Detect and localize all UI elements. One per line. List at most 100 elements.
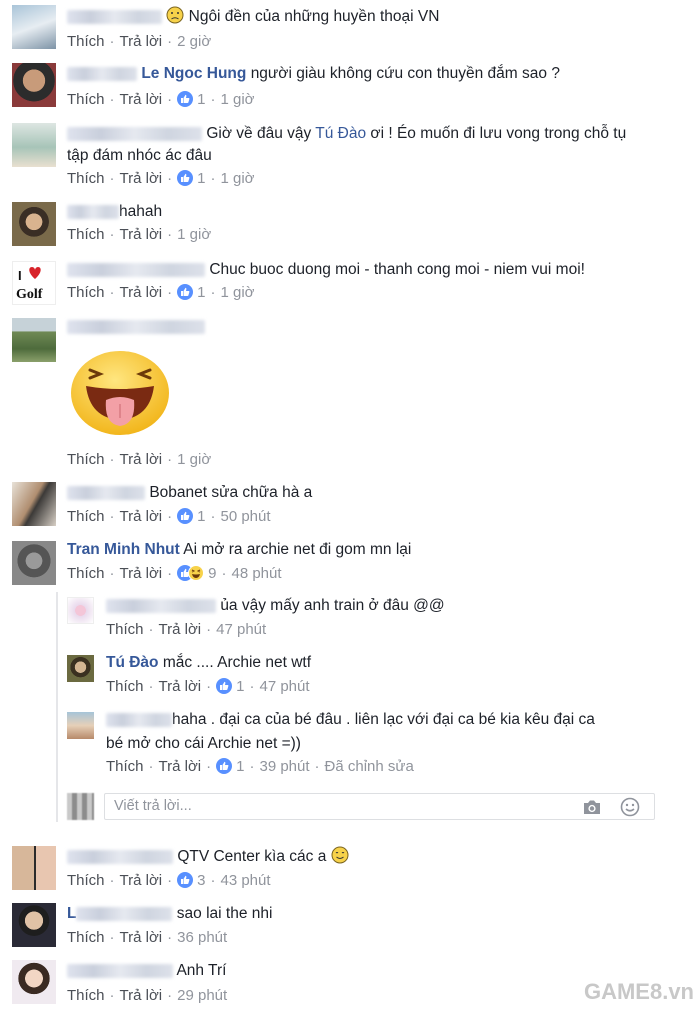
reply-text-line2: bé mở cho cái Archie net =)) [106,735,301,752]
reply-link[interactable]: Trả lời [159,758,202,775]
avatar[interactable] [12,482,56,526]
like-link[interactable]: Thích [106,678,144,695]
like-link[interactable]: Thích [67,284,105,301]
comment: Ngôi đền của những huyền thoại VN Thích ·… [0,0,700,57]
timestamp[interactable]: 1 giờ [177,451,211,468]
like-link[interactable]: Thích [67,565,105,582]
comment: Bobanet sửa chữa hà a Thích · Trả lời · 1 · 50… [0,480,700,537]
reply-link[interactable]: Trả lời [120,170,163,187]
reply-link[interactable]: Trả lời [120,508,163,525]
timestamp[interactable]: 48 phút [231,565,281,582]
reply-link[interactable]: Trả lời [120,451,163,468]
like-count[interactable]: 1 [197,284,205,301]
tongue-out-sticker[interactable] [70,348,170,436]
like-count[interactable]: 3 [197,872,205,889]
reply-link[interactable]: Trả lời [159,621,202,638]
avatar[interactable] [12,846,56,890]
avatar[interactable] [12,202,56,246]
timestamp[interactable]: 1 giờ [177,226,211,243]
comment-body: Anh Trí [67,960,226,982]
timestamp[interactable]: 36 phút [177,929,227,946]
like-reaction-icon[interactable] [177,170,194,186]
like-count[interactable]: 1 [236,678,244,695]
like-link[interactable]: Thích [106,758,144,775]
like-link[interactable]: Thích [67,226,105,243]
reply-link[interactable]: Trả lời [120,226,163,243]
like-link[interactable]: Thích [67,33,105,50]
avatar[interactable] [12,541,56,585]
comment-body: QTV Center kìa các a [67,846,349,871]
author-name-partial[interactable]: L [67,905,76,922]
author-name[interactable]: Tú Đào [106,654,159,671]
reply-link[interactable]: Trả lời [120,91,163,108]
avatar[interactable] [67,712,94,739]
like-link[interactable]: Thích [67,508,105,525]
comment-body: Chuc buoc duong moi - thanh cong moi - n… [67,259,585,281]
avatar[interactable]: I Golf [12,261,56,305]
avatar[interactable] [12,63,56,107]
timestamp[interactable]: 29 phút [177,987,227,1004]
reaction-count[interactable]: 9 [208,565,216,582]
timestamp[interactable]: 1 giờ [220,284,254,301]
like-reaction-icon[interactable] [177,91,194,107]
like-reaction-icon[interactable] [177,284,194,300]
like-reaction-icon[interactable] [216,678,233,694]
comment-text: Chuc buoc duong moi - thanh cong moi - n… [209,261,585,278]
comment-body: Giờ về đâu vậy Tú Đào ơi ! Éo muốn đi lư… [67,123,626,145]
timestamp[interactable]: 1 giờ [220,170,254,187]
reply-link[interactable]: Trả lời [120,284,163,301]
avatar[interactable] [12,5,56,49]
reply-link[interactable]: Trả lời [120,929,163,946]
avatar[interactable] [12,903,56,947]
comment-body [67,316,205,338]
like-count[interactable]: 1 [197,170,205,187]
like-link[interactable]: Thích [67,170,105,187]
author-name[interactable]: Tran Minh Nhut [67,541,180,558]
emoji-icon[interactable] [620,797,640,821]
timestamp[interactable]: 50 phút [220,508,270,525]
like-link[interactable]: Thích [67,91,105,108]
like-reaction-icon[interactable] [177,508,194,524]
reply-link[interactable]: Trả lời [120,33,163,50]
timestamp[interactable]: 47 phút [216,621,266,638]
avatar[interactable] [12,960,56,1004]
i-love-golf-logo: I Golf [16,267,43,302]
svg-text:I: I [18,268,22,283]
comment-text: hahah [119,203,163,220]
like-reaction-icon[interactable] [177,872,194,888]
like-link[interactable]: Thích [67,872,105,889]
like-count[interactable]: 1 [236,758,244,775]
like-count[interactable]: 1 [197,91,205,108]
timestamp[interactable]: 47 phút [259,678,309,695]
like-count[interactable]: 1 [197,508,205,525]
reply-link[interactable]: Trả lời [159,678,202,695]
reply-link[interactable]: Trả lời [120,872,163,889]
comment-body: Tran Minh Nhut Ai mở ra archie net đi go… [67,539,411,561]
like-link[interactable]: Thích [67,987,105,1004]
like-link[interactable]: Thích [67,451,105,468]
author-name[interactable]: Le Ngoc Hung [141,65,246,82]
like-reaction-icon[interactable] [216,758,233,774]
edited-label[interactable]: Đã chỉnh sửa [325,758,414,775]
timestamp[interactable]: 43 phút [220,872,270,889]
like-link[interactable]: Thích [106,621,144,638]
comment: Giờ về đâu vậy Tú Đào ơi ! Éo muốn đi lư… [0,117,700,197]
avatar[interactable] [12,318,56,362]
reply-link[interactable]: Trả lời [120,565,163,582]
comment-text: QTV Center kìa các a [177,848,327,865]
avatar[interactable] [67,597,94,624]
avatar[interactable] [12,123,56,167]
timestamp[interactable]: 2 giờ [177,33,211,50]
tagged-name[interactable]: Tú Đào [315,125,366,142]
comment-text: sao lai the nhi [176,905,273,922]
reply-input[interactable]: Viết trả lời... [104,793,655,820]
reply-input-placeholder: Viết trả lời... [114,798,192,814]
timestamp[interactable]: 39 phút [259,758,309,775]
like-link[interactable]: Thích [67,929,105,946]
camera-icon[interactable] [582,798,602,820]
haha-reaction-icon[interactable] [188,565,205,581]
reply-link[interactable]: Trả lời [120,987,163,1004]
comment-text: Bobanet sửa chữa hà a [149,484,313,501]
timestamp[interactable]: 1 giờ [220,91,254,108]
avatar[interactable] [67,655,94,682]
